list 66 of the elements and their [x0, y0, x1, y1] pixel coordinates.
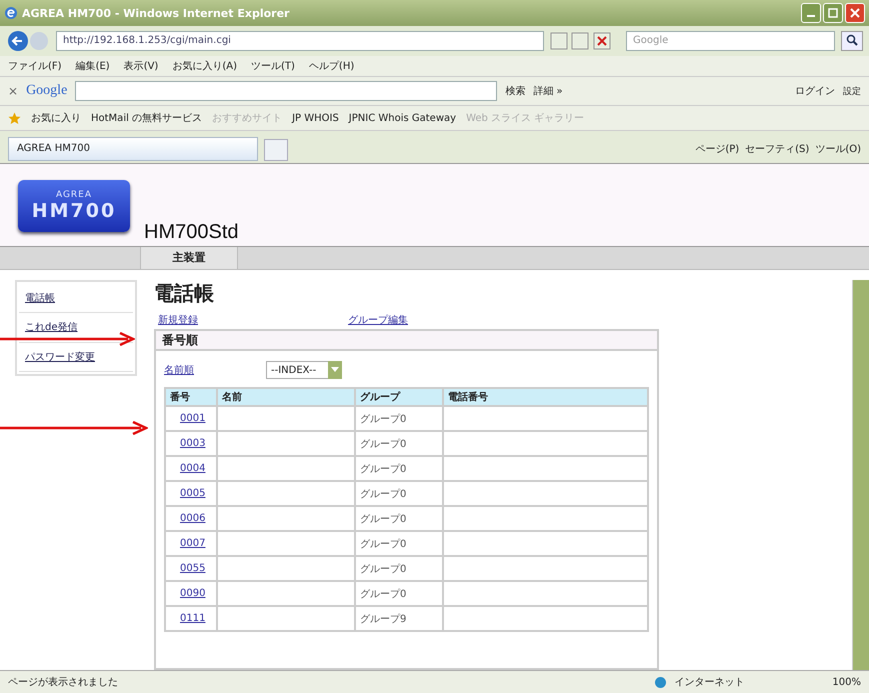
settings-button[interactable]: 設定 — [843, 84, 861, 98]
action-link[interactable]: グループ編集 — [348, 313, 408, 327]
close-button[interactable] — [845, 3, 865, 23]
column-header: グループ — [356, 389, 442, 405]
zoom-button[interactable]: 100% — [832, 676, 861, 688]
command-button[interactable]: セーフティ(S) — [745, 139, 810, 161]
search-icon — [846, 34, 858, 46]
new-tab-button[interactable] — [264, 139, 288, 161]
window-title: AGREA HM700 - Windows Internet Explorer — [22, 6, 290, 20]
browser-icon — [4, 6, 18, 20]
column-header: 番号 — [166, 389, 216, 405]
product-name: HM700Std — [144, 221, 238, 244]
menu-item[interactable]: お気に入り(A) — [172, 59, 237, 73]
table-cell: グループ9 — [360, 614, 406, 624]
section-title: 番号順 — [154, 329, 659, 351]
search-button[interactable] — [841, 31, 863, 51]
logo: AGREA HM700 — [18, 180, 130, 232]
zone-label: インターネット — [674, 676, 746, 689]
table-cell: グループ0 — [360, 414, 406, 424]
maximize-icon — [828, 8, 838, 18]
menu-item[interactable]: ツール(T) — [251, 59, 295, 73]
minimize-button[interactable] — [801, 3, 821, 23]
caret-icon — [331, 367, 339, 373]
minimize-icon — [807, 15, 815, 17]
column-header: 電話番号 — [444, 389, 647, 405]
browser-tab[interactable]: AGREA HM700 — [8, 137, 258, 161]
more-button[interactable]: 詳細 » — [533, 84, 563, 98]
column-header: 名前 — [218, 389, 354, 405]
table-cell: グループ0 — [360, 538, 406, 550]
command-button[interactable]: ツール(O) — [815, 139, 861, 161]
menu-item[interactable]: ファイル(F) — [8, 59, 62, 73]
table-cell: グループ0 — [360, 488, 406, 500]
scrollbar[interactable] — [852, 280, 869, 670]
sidebar-link[interactable]: これde発信 — [19, 313, 133, 343]
nav-tab[interactable]: 主装置 — [140, 247, 238, 269]
favorite-link[interactable]: JP WHOIS — [292, 112, 339, 124]
globe-icon — [655, 676, 666, 688]
menu-item[interactable]: ヘルプ(H) — [308, 59, 354, 73]
favorite-link[interactable]: JPNIC Whois Gateway — [348, 112, 456, 124]
address-field[interactable]: http://192.168.1.253/cgi/main.cgi — [56, 31, 544, 51]
action-link[interactable]: 新規登録 — [158, 313, 198, 327]
table-cell: グループ0 — [360, 564, 406, 574]
index-dropdown[interactable]: --INDEX-- — [266, 361, 342, 379]
close-icon — [850, 8, 860, 18]
page-heading: 電話帳 — [154, 280, 215, 307]
menu-item[interactable]: 編集(E) — [76, 59, 110, 73]
sort-link[interactable]: 名前順 — [164, 363, 194, 377]
close-toolbar-button[interactable]: × — [8, 84, 18, 98]
back-forward-icon[interactable] — [6, 29, 50, 53]
favorite-link[interactable]: HotMail の無料サービス — [91, 111, 202, 125]
google-logo: Google — [26, 83, 68, 99]
toolbar-search-field[interactable] — [75, 81, 498, 101]
command-button[interactable]: ページ(P) — [695, 139, 740, 161]
menu-item[interactable]: 表示(V) — [124, 59, 158, 73]
sidebar-link[interactable]: 電話帳 — [19, 284, 133, 314]
table-cell: グループ0 — [360, 464, 406, 474]
table-cell: グループ0 — [360, 588, 406, 600]
login-button[interactable]: ログイン — [795, 84, 835, 98]
status-text: ページが表示されました — [8, 676, 118, 689]
sidebar-link[interactable]: パスワード変更 — [19, 342, 133, 372]
toolbar-search-button[interactable]: 検索 — [505, 84, 526, 98]
favorites-button[interactable]: お気に入り — [31, 111, 81, 125]
table-cell: グループ0 — [360, 514, 406, 524]
table-cell: グループ0 — [360, 438, 406, 450]
maximize-button[interactable] — [823, 3, 843, 23]
star-icon — [8, 112, 21, 124]
